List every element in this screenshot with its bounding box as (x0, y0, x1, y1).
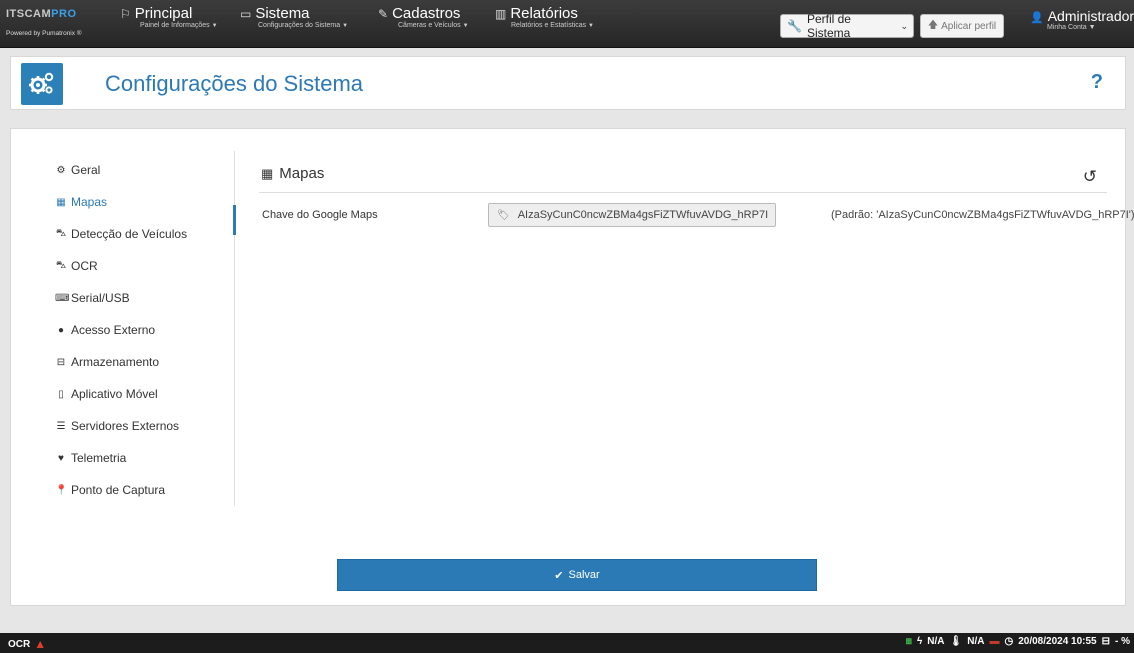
mobile-icon: ▯ (58, 388, 64, 400)
bar-icon: ▬ (989, 636, 1000, 647)
globe-icon: ● (57, 324, 65, 336)
save-button[interactable]: ✔ Salvar (337, 559, 817, 591)
status-datetime: 20/08/2024 10:55 (1018, 636, 1097, 647)
settings-sidebar: ⚙ Geral ▦ Mapas ⛍ Detecção de Veículos ⛍ OCR… (51, 151, 236, 506)
sidebar-item-telemetria[interactable]: ♥ Telemetria (55, 447, 231, 469)
settings-panel: ⚙ Geral ▦ Mapas ⛍ Detecção de Veículos ⛍ OCR… (10, 128, 1134, 606)
server-icon: ☰ (56, 420, 66, 432)
status-value-1: N/A (927, 636, 945, 647)
arrow-up-icon: 🡅 (927, 19, 939, 31)
sidebar-item-mapas[interactable]: ▦ Mapas (55, 191, 231, 213)
pin-icon: 📍 (55, 484, 68, 496)
sidebar-item-geral[interactable]: ⚙ Geral (55, 159, 231, 181)
sidebar-item-ocr[interactable]: ⛍ OCR (55, 255, 231, 277)
caret-down-icon: ▼ (588, 23, 594, 29)
car-icon: ⛍ (55, 259, 67, 271)
sidebar-item-serial-usb[interactable]: ⌨ Serial/USB (55, 287, 231, 309)
sidebar-item-armazenamento[interactable]: ⊟ Armazenamento (55, 351, 231, 373)
logo-mark: ITSCAMPRO (6, 8, 77, 20)
status-bar: OCR ▲ ⧆ ϟ N/A 🌡 N/A ▬ ◷ 20/08/2024 10:55… (0, 633, 1134, 653)
sidebar-item-servidores-externos[interactable]: ☰ Servidores Externos (55, 415, 231, 437)
heartbeat-icon: ♥ (58, 452, 64, 464)
sidebar-item-acesso-externo[interactable]: ● Acesso Externo (55, 319, 231, 341)
user-menu[interactable]: 👤 Administrador Minha Conta ▼ (1030, 8, 1134, 31)
wrench-icon: 🔧 (787, 19, 802, 33)
edit-icon: ✎ (378, 7, 389, 21)
google-maps-key-input[interactable]: 🏷 AIzaSyCunC0ncwZBMa4gsFiZTWfuvAVDG_hRP7… (488, 203, 776, 227)
storage-icon: ⊟ (1101, 636, 1110, 647)
caret-down-icon: ▼ (1088, 24, 1096, 31)
status-ocr-label: OCR (8, 638, 31, 650)
sidebar-item-aplicativo-movel[interactable]: ▯ Aplicativo Móvel (55, 383, 231, 405)
top-navbar: ITSCAMPRO Powered by Pumatronix ® ⚐ Princ… (0, 0, 1134, 48)
map-icon: ▦ (261, 165, 274, 181)
google-maps-key-default: (Padrão: 'AIzaSyCunC0ncwZBMa4gsFiZTWfuvA… (831, 209, 1134, 221)
thermometer-icon: 🌡 (949, 636, 963, 647)
caret-down-icon: ▼ (342, 23, 349, 29)
chevron-down-icon: ⌄ (900, 20, 908, 31)
section-title: ▦ Mapas (261, 165, 325, 182)
serial-icon: ⌨ (55, 292, 70, 304)
status-storage: - % (1115, 636, 1130, 647)
logo[interactable]: ITSCAMPRO Powered by Pumatronix ® (6, 8, 96, 42)
network-icon: ⧆ (905, 636, 912, 647)
nav-relatorios[interactable]: ▥ Relatórios Relatórios e Estatísticas ▼ (495, 6, 594, 42)
section-divider (259, 192, 1107, 193)
user-icon: 👤 (1030, 12, 1044, 24)
caret-down-icon: ▼ (211, 23, 218, 29)
active-indicator (233, 205, 236, 235)
check-icon: ✔ (554, 569, 564, 582)
powered-by: Powered by Pumatronix ® (6, 30, 82, 37)
gears-icon (21, 63, 63, 105)
flag-icon: ⚐ (120, 7, 131, 21)
sidebar-item-deteccao-veiculos[interactable]: ⛍ Detecção de Veículos (55, 223, 231, 245)
map-icon: ▦ (56, 196, 66, 208)
sidebar-item-ponto-captura[interactable]: 📍 Ponto de Captura (55, 479, 231, 501)
apply-profile-button[interactable]: 🡅 Aplicar perfil (920, 14, 1004, 38)
google-maps-key-label: Chave do Google Maps (262, 209, 378, 221)
nav-principal[interactable]: ⚐ Principal Painel de Informações ▼ (120, 6, 218, 42)
hdd-icon: ⊟ (56, 356, 66, 368)
status-value-2: N/A (967, 636, 985, 647)
clock-icon: ◷ (1004, 636, 1014, 647)
warning-icon[interactable]: ▲ (34, 637, 46, 651)
power-icon: ϟ (917, 636, 923, 647)
perfil-select[interactable]: 🔧 Perfil de Sistema ⌄ (780, 12, 914, 40)
help-icon[interactable]: ? (1091, 71, 1103, 94)
tag-icon: 🏷 (497, 209, 510, 221)
car-icon: ⛍ (55, 227, 67, 239)
gears-icon: ⚙ (56, 164, 66, 176)
nav-cadastros[interactable]: ✎ Cadastros Câmeras e Veículos ▼ (378, 6, 469, 42)
page-title: Configurações do Sistema (105, 71, 364, 96)
nav-sistema[interactable]: ▭ Sistema Configurações do Sistema ▼ (240, 6, 348, 42)
monitor-icon: ▭ (240, 7, 252, 21)
bar-chart-icon: ▥ (495, 7, 507, 21)
reset-icon[interactable]: ↺ (1083, 167, 1097, 187)
page-header: Configurações do Sistema ? (10, 56, 1126, 110)
caret-down-icon: ▼ (462, 23, 469, 29)
